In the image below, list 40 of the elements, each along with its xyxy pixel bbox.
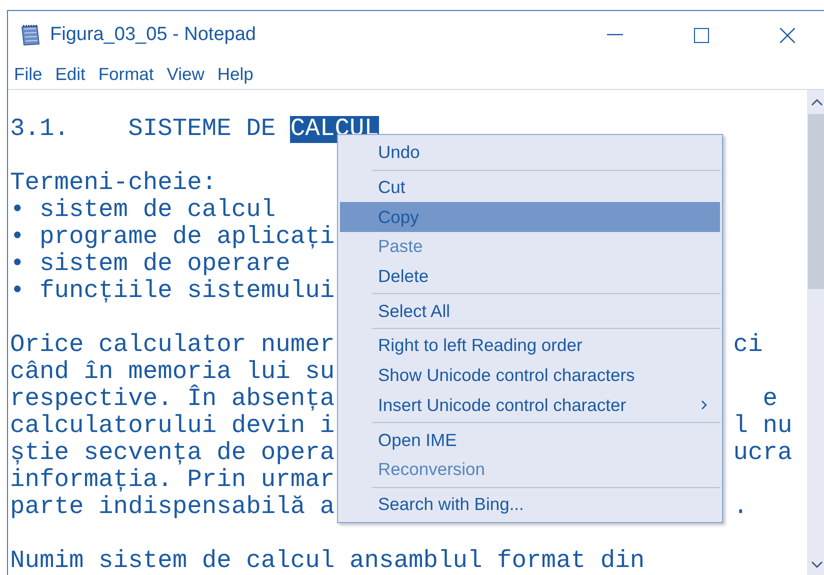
text-line: • programe de aplicați [10, 224, 335, 251]
text-line: informația. Prin urmar [10, 467, 335, 494]
menu-item[interactable]: Search with Bing... [340, 490, 720, 520]
text-line: . [733, 494, 748, 521]
menu-item[interactable]: Select All [340, 296, 720, 326]
text-line: 3.1. SISTEME DE [10, 116, 277, 143]
text-line: când în memoria lui su [10, 359, 335, 386]
text-line: respective. În absența [10, 386, 335, 413]
menu-item[interactable]: Insert Unicode control character [340, 390, 720, 420]
text-line: parte indispensabilă a [10, 494, 335, 521]
text-line: e [762, 386, 778, 413]
menu-bar-item[interactable]: Format [97, 64, 155, 84]
menu-bar-item[interactable]: Help [216, 64, 254, 84]
text-line: ucra [733, 440, 792, 467]
close-icon [780, 28, 794, 42]
text-line: • sistem de calcul [10, 197, 276, 224]
text-line: l nu [733, 413, 792, 440]
text-line: Numim sistem de calcul ansamblul format din [10, 548, 645, 575]
text-line: ci [733, 332, 763, 359]
menu-item[interactable]: Show Unicode control characters [340, 360, 720, 390]
menu-bar-item[interactable]: File [13, 64, 44, 84]
menu-item[interactable]: Right to left Reading order [340, 331, 720, 361]
text-line: • funcțiile sistemului [10, 278, 335, 305]
scrollbar[interactable] [807, 90, 824, 575]
window-title: Figura_03_05 - Notepad [50, 24, 257, 46]
text-line: calculatorului devin i [10, 413, 335, 440]
scroll-up-icon[interactable] [810, 98, 822, 106]
scroll-down-icon[interactable] [810, 561, 822, 569]
text-line: Termeni-cheie: [10, 170, 217, 197]
menu-item[interactable]: Delete [340, 262, 720, 292]
menu-bar-item[interactable]: View [166, 64, 206, 84]
maximize-icon [694, 28, 708, 42]
menu-item[interactable]: Open IME [340, 425, 720, 455]
scroll-thumb[interactable] [808, 114, 824, 289]
minimize-icon [607, 34, 623, 36]
menu-bar-item[interactable]: Edit [54, 64, 86, 84]
menu-item[interactable]: Cut [340, 172, 720, 202]
text-line: • sistem de operare [10, 251, 290, 278]
text-line: știe secvența de opera [10, 440, 335, 467]
text-line: Orice calculator numer [10, 332, 335, 359]
